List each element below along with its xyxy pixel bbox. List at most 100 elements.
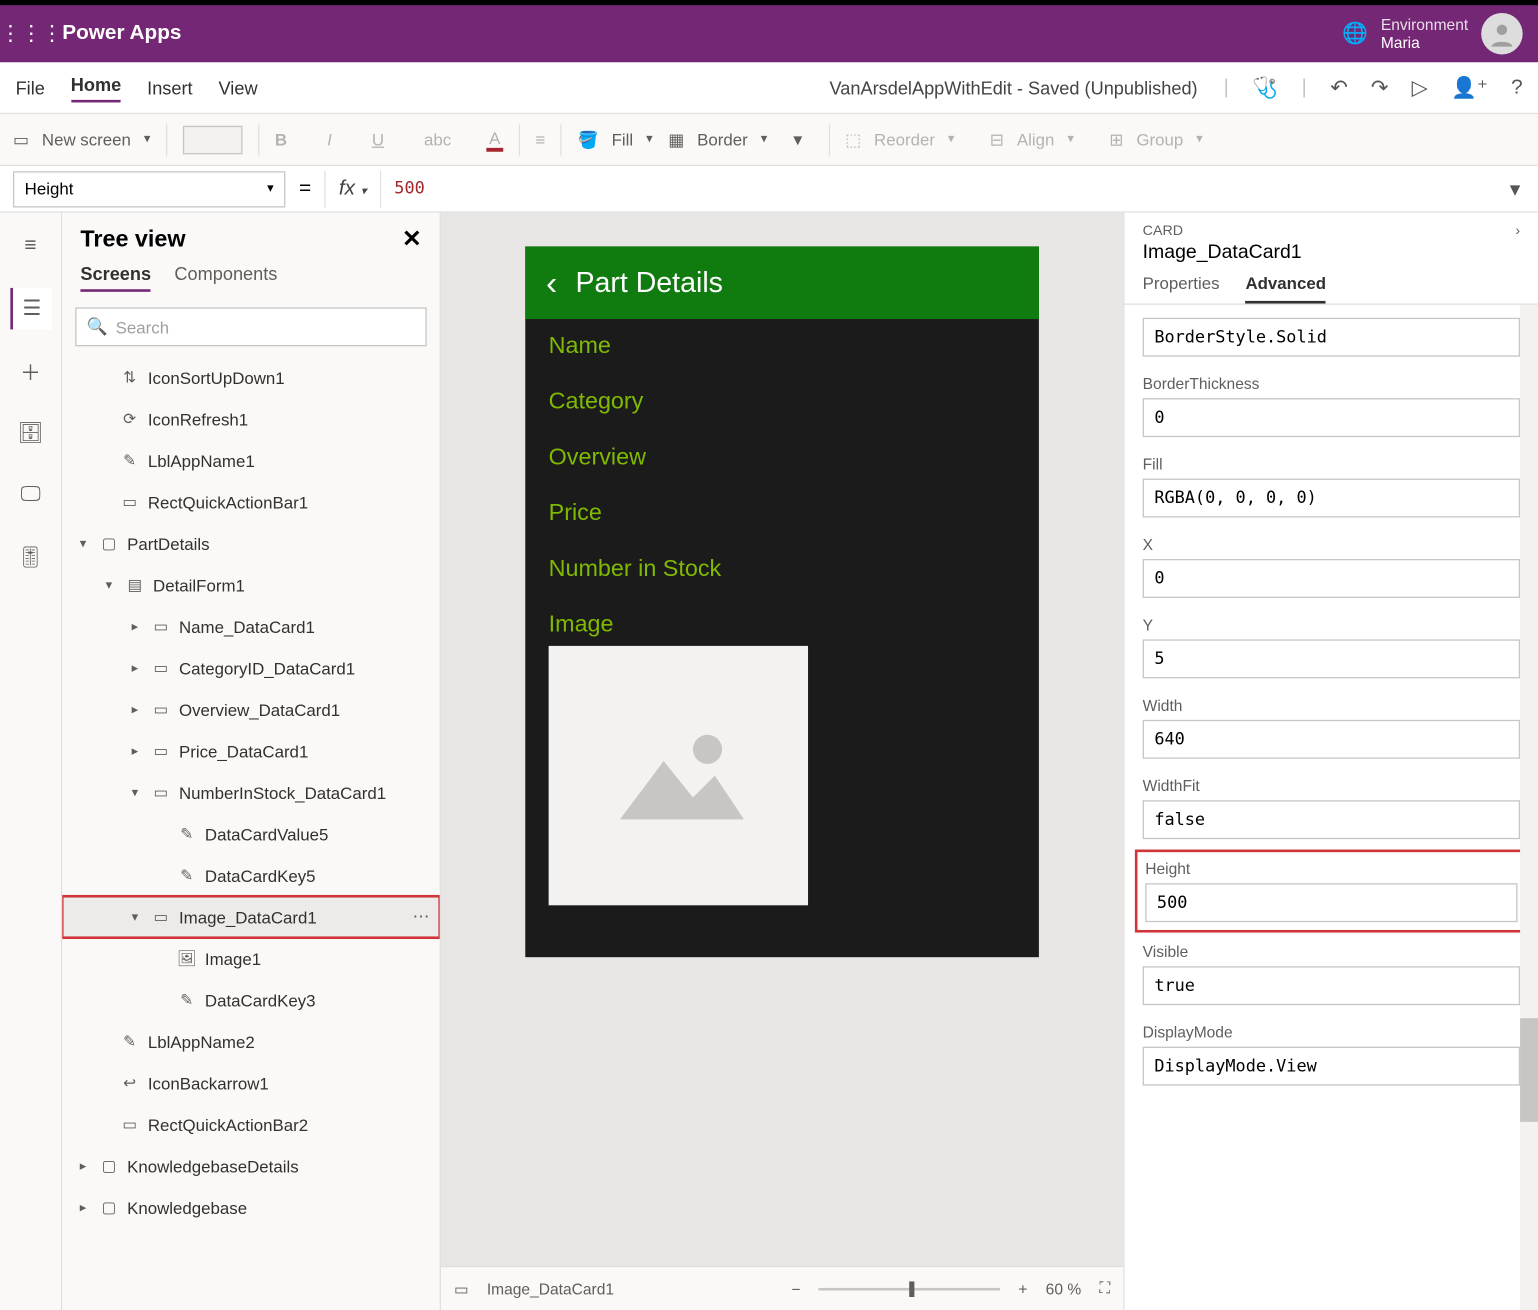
tab-screens[interactable]: Screens: [80, 263, 151, 292]
fill-button[interactable]: Fill: [612, 130, 634, 149]
border-button[interactable]: Border: [697, 130, 748, 149]
field-image-label: Image: [549, 611, 1016, 638]
tree-node-detailform[interactable]: ▾▤DetailForm1: [62, 564, 439, 606]
chevron-right-icon[interactable]: ▸: [75, 1200, 91, 1214]
theme-picker[interactable]: [183, 125, 243, 154]
prop-height-group: Height: [1143, 857, 1520, 924]
tab-properties[interactable]: Properties: [1143, 274, 1220, 304]
label-icon: ✎: [119, 450, 140, 471]
tree-node-image-datacard[interactable]: ▾▭Image_DataCard1⋯: [62, 896, 439, 938]
close-icon[interactable]: ✕: [402, 226, 422, 253]
menu-insert[interactable]: Insert: [147, 77, 192, 98]
chevron-right-icon[interactable]: ▸: [127, 702, 143, 716]
image-placeholder[interactable]: [549, 646, 808, 905]
environment-icon[interactable]: 🌐: [1342, 21, 1368, 47]
prop-widthfit-input[interactable]: [1143, 800, 1520, 839]
properties-panel: CARD › Image_DataCard1 Properties Advanc…: [1123, 213, 1538, 1310]
fit-icon[interactable]: ⛶: [1099, 1279, 1110, 1298]
phone-preview[interactable]: ‹ Part Details Name Category Overview Pr…: [525, 246, 1039, 957]
tree-view-icon[interactable]: ☰: [10, 288, 52, 330]
chevron-right-icon[interactable]: ▸: [127, 661, 143, 675]
insert-icon[interactable]: ＋: [10, 350, 52, 392]
prop-width-input[interactable]: [1143, 720, 1520, 759]
prop-fill-input[interactable]: [1143, 479, 1520, 518]
person-icon: [1489, 21, 1515, 47]
fx-label[interactable]: fx ▾: [324, 171, 381, 207]
prop-displaymode-input[interactable]: [1143, 1047, 1520, 1086]
more-icon[interactable]: ⋯: [412, 907, 429, 928]
tree-node[interactable]: ▸▢KnowledgebaseDetails: [62, 1145, 439, 1187]
prop-borderstyle-input[interactable]: [1143, 318, 1520, 357]
chevron-down-icon[interactable]: ▾: [144, 132, 151, 146]
tree-node[interactable]: ✎DataCardKey3: [62, 979, 439, 1021]
scrollbar-track[interactable]: [1520, 305, 1538, 1310]
hamburger-icon[interactable]: ≡: [10, 226, 52, 268]
chevron-down-icon[interactable]: ▾: [127, 910, 143, 924]
menu-file[interactable]: File: [16, 77, 45, 98]
media-icon[interactable]: 🖵: [10, 475, 52, 517]
prop-visible-input[interactable]: [1143, 966, 1520, 1005]
undo-icon[interactable]: ↶: [1330, 75, 1347, 101]
data-icon[interactable]: 🗄: [10, 412, 52, 454]
help-icon[interactable]: ?: [1511, 76, 1523, 99]
chevron-right-icon[interactable]: ▸: [75, 1159, 91, 1173]
tree-node[interactable]: ✎DataCardKey5: [62, 855, 439, 897]
chevron-down-icon[interactable]: ▾: [75, 536, 91, 550]
settings-icon[interactable]: 🎚: [10, 537, 52, 579]
tab-advanced[interactable]: Advanced: [1245, 274, 1326, 304]
redo-icon[interactable]: ↷: [1371, 75, 1388, 101]
prop-height-label: Height: [1145, 860, 1517, 878]
back-icon[interactable]: ‹: [546, 263, 557, 303]
field-stock: Number in Stock: [549, 555, 1016, 582]
health-icon[interactable]: 🩺: [1252, 75, 1278, 101]
tree-node[interactable]: ⟳IconRefresh1: [62, 398, 439, 440]
expand-formula-icon[interactable]: ▾: [1492, 176, 1538, 202]
waffle-icon[interactable]: ⋮⋮⋮: [0, 21, 62, 47]
chevron-right-icon[interactable]: ▸: [127, 619, 143, 633]
chevron-right-icon[interactable]: ▸: [127, 744, 143, 758]
zoom-out-icon[interactable]: −: [791, 1279, 800, 1297]
environment-name[interactable]: Maria: [1381, 34, 1468, 52]
menu-home[interactable]: Home: [71, 73, 121, 102]
tree-node[interactable]: ✎DataCardValue5: [62, 813, 439, 855]
tree-node[interactable]: ✎LblAppName2: [62, 1021, 439, 1063]
chevron-down-icon[interactable]: ▾: [127, 785, 143, 799]
tree-node[interactable]: ▾▭NumberInStock_DataCard1: [62, 772, 439, 814]
tree-node[interactable]: ▭RectQuickActionBar1: [62, 481, 439, 523]
play-icon[interactable]: ▷: [1412, 75, 1428, 101]
zoom-slider[interactable]: [819, 1287, 1001, 1290]
title-bar: ⋮⋮⋮ Power Apps 🌐 Environment Maria: [0, 0, 1538, 62]
tree-node[interactable]: ▸▭Name_DataCard1: [62, 606, 439, 648]
scrollbar-thumb[interactable]: [1520, 1018, 1538, 1122]
share-icon[interactable]: 👤⁺: [1451, 75, 1488, 101]
chevron-down-icon[interactable]: ▾: [101, 578, 117, 592]
new-screen-button[interactable]: New screen: [42, 130, 131, 149]
properties-body[interactable]: BorderThickness Fill X Y Width WidthFit …: [1124, 305, 1538, 1310]
prop-height-input[interactable]: [1145, 883, 1517, 922]
command-bar: ▭ New screen ▾ B I U abc A ≡ 🪣 Fill▾ ▦ B…: [0, 114, 1538, 166]
tree-node[interactable]: 🖼Image1: [62, 938, 439, 980]
tree-node[interactable]: ▭RectQuickActionBar2: [62, 1104, 439, 1146]
tab-components[interactable]: Components: [174, 263, 277, 292]
menu-view[interactable]: View: [219, 77, 258, 98]
prop-borderthickness-input[interactable]: [1143, 398, 1520, 437]
zoom-in-icon[interactable]: +: [1018, 1279, 1027, 1297]
tree-node[interactable]: ▸▭Overview_DataCard1: [62, 689, 439, 731]
prop-x-input[interactable]: [1143, 559, 1520, 598]
tree-node[interactable]: ▸▭CategoryID_DataCard1: [62, 647, 439, 689]
user-avatar[interactable]: [1481, 13, 1523, 55]
chevron-right-icon[interactable]: ›: [1515, 223, 1520, 239]
tree-node[interactable]: ▸▢Knowledgebase: [62, 1187, 439, 1229]
tree-node[interactable]: ✎LblAppName1: [62, 440, 439, 482]
chevron-down-icon[interactable]: ▾: [783, 128, 813, 150]
tree-node[interactable]: ⇅IconSortUpDown1: [62, 357, 439, 399]
menu-bar: File Home Insert View VanArsdelAppWithEd…: [0, 62, 1538, 114]
tree-node-partdetails[interactable]: ▾▢PartDetails: [62, 523, 439, 565]
tree-node[interactable]: ↩IconBackarrow1: [62, 1062, 439, 1104]
prop-y-input[interactable]: [1143, 639, 1520, 678]
align-icon: ⊟: [990, 129, 1004, 150]
search-input[interactable]: 🔍 Search: [75, 307, 426, 346]
property-selector[interactable]: Height ▾: [13, 171, 285, 207]
tree-node[interactable]: ▸▭Price_DataCard1: [62, 730, 439, 772]
formula-input[interactable]: [381, 171, 1491, 207]
